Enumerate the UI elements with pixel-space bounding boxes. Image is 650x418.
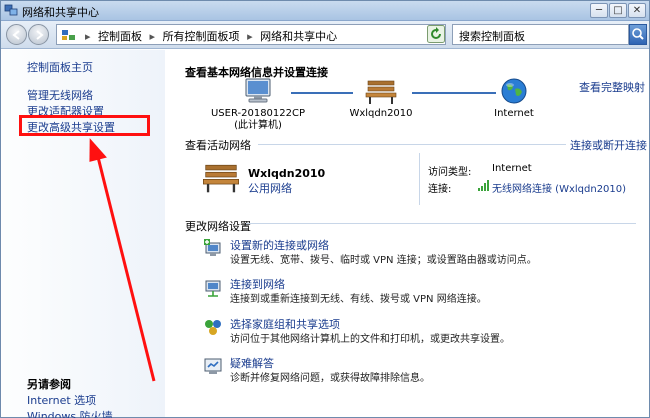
new-connection-icon [204,239,221,256]
sidebar-item-internet-options[interactable]: Internet 选项 [27,392,96,408]
search-input[interactable]: 搜索控制面板 [452,24,629,45]
connect-network-icon [205,280,221,297]
control-panel-icon [62,30,75,40]
title-bar: 网络和共享中心 ─ □ ✕ [1,1,649,21]
change-settings-heading: 更改网络设置 [185,220,251,233]
network-name: Wxlqdn2010 [349,108,413,119]
window-title: 网络和共享中心 [22,6,99,19]
search-button[interactable] [629,24,647,45]
troubleshoot-icon [204,358,222,374]
breadcrumb-all-items[interactable]: 所有控制面板项 [163,30,240,43]
active-network-bench-icon [203,164,239,193]
access-type-label: 访问类型: [428,167,472,178]
full-map-link[interactable]: 查看完整映射 [579,79,645,95]
back-arrow-icon [12,30,20,40]
breadcrumb-separator: ▸ [149,30,156,43]
computer-icon [245,78,271,103]
window: 网络和共享中心 ─ □ ✕ ▸ 控制面板 ▸ 所有控制面板项 ▸ 网络和共享中心 [0,0,650,418]
connect-disconnect-link[interactable]: 连接或断开连接 [570,137,647,153]
globe-icon [501,78,527,104]
search-placeholder: 搜索控制面板 [459,30,525,43]
main-panel: 查看基本网络信息并设置连接 查看完整映射 USER-20180122CP (此计… [166,50,650,417]
connection-label: 连接: [428,184,452,195]
breadcrumb-separator: ▸ [247,30,253,43]
bench-icon [365,80,397,104]
computer-sublabel: (此计算机) [234,120,282,131]
computer-name: USER-20180122CP [210,108,306,119]
task-troubleshoot-desc: 诊断并修复网络问题，或获得故障排除信息。 [230,373,430,384]
section-divider [258,144,566,145]
connection-link[interactable]: 无线网络连接 (Wxlqdn2010) [492,180,626,195]
address-bar[interactable]: ▸ 控制面板 ▸ 所有控制面板项 ▸ 网络和共享中心 [56,24,446,45]
map-network[interactable]: Wxlqdn2010 [346,77,416,120]
minimize-button[interactable]: ─ [590,3,608,18]
forward-arrow-icon [36,30,44,40]
access-type-value: Internet [492,163,532,174]
network-type-link[interactable]: 公用网络 [248,180,292,196]
breadcrumb-control-panel[interactable]: 控制面板 [98,30,142,43]
refresh-icon[interactable] [427,25,445,43]
map-internet[interactable]: Internet [484,77,544,120]
navigation-bar: ▸ 控制面板 ▸ 所有控制面板项 ▸ 网络和共享中心 搜索控制面板 [1,21,649,49]
map-computer[interactable]: USER-20180122CP (此计算机) [210,77,306,132]
section-divider [246,223,636,224]
back-button[interactable] [6,24,27,45]
task-new-connection-desc: 设置无线、宽带、拨号、临时或 VPN 连接；或设置路由器或访问点。 [230,255,537,266]
annotation-highlight-box [19,115,150,136]
see-also-heading: 另请参阅 [27,378,71,391]
maximize-button[interactable]: □ [609,3,627,18]
internet-label: Internet [494,108,534,119]
homegroup-icon [205,320,221,335]
active-network-heading: 查看活动网络 [185,139,251,152]
sidebar-item-firewall[interactable]: Windows 防火墙 [27,408,113,418]
network-center-icon [4,4,18,16]
breadcrumb-network-center[interactable]: 网络和共享中心 [260,30,337,43]
task-homegroup-desc: 访问位于其他网络计算机上的文件和打印机，或更改共享设置。 [230,334,510,345]
vertical-divider [419,153,420,205]
breadcrumb-separator: ▸ [85,30,91,43]
active-network-name: Wxlqdn2010 [248,167,326,180]
sidebar-item-manage-wireless[interactable]: 管理无线网络 [27,87,93,103]
close-button[interactable]: ✕ [628,3,646,18]
task-connect-network-desc: 连接到或重新连接到无线、有线、拨号或 VPN 网络连接。 [230,294,487,305]
breadcrumb: ▸ 控制面板 ▸ 所有控制面板项 ▸ 网络和共享中心 [81,28,337,44]
search-icon [632,28,644,40]
sidebar: 控制面板主页 管理无线网络 更改适配器设置 更改高级共享设置 另请参阅 Inte… [2,50,165,418]
forward-button[interactable] [28,24,49,45]
wifi-signal-icon [478,180,489,191]
sidebar-item-home[interactable]: 控制面板主页 [27,59,93,75]
